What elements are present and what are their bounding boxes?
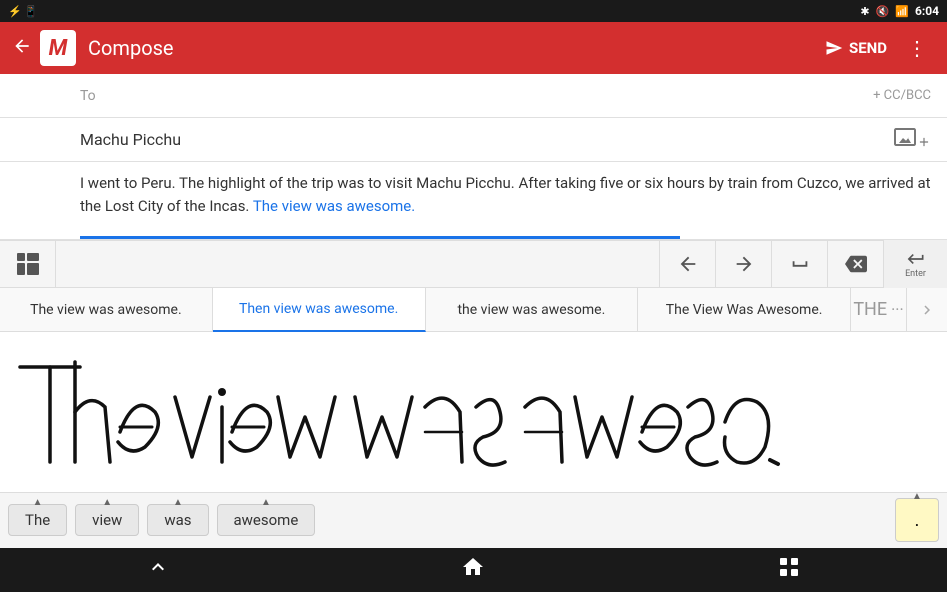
word-candidate-was[interactable]: ▲ was bbox=[147, 504, 208, 536]
hw-back-button[interactable] bbox=[659, 240, 715, 288]
screen: ⚡ 📱 ✱ 🔇 📶 6:04 M Compose SEND ⋮ To + CC/… bbox=[0, 0, 947, 592]
highlighted-text: The view was awesome. bbox=[253, 197, 415, 215]
suggestion-3[interactable]: The View Was Awesome. bbox=[638, 288, 851, 332]
word-candidate-awesome[interactable]: ▲ awesome bbox=[217, 504, 316, 536]
word-candidate-the[interactable]: ▲ The bbox=[8, 504, 67, 536]
app-bar: M Compose SEND ⋮ bbox=[0, 22, 947, 74]
hw-space-button[interactable] bbox=[771, 240, 827, 288]
word-arrow-was: ▲ bbox=[173, 497, 183, 508]
compose-area: To + CC/BCC Machu Picchu I went to Peru.… bbox=[0, 74, 947, 240]
to-row: To + CC/BCC bbox=[0, 74, 947, 118]
nav-home-button[interactable] bbox=[461, 555, 485, 585]
wifi-icon: 📶 bbox=[895, 5, 909, 18]
android-icons: ⚡ 📱 bbox=[8, 5, 38, 18]
hw-enter-button[interactable]: Enter bbox=[883, 240, 947, 288]
nav-bar bbox=[0, 548, 947, 592]
hw-toolbar: Enter bbox=[0, 240, 947, 288]
word-candidate-view[interactable]: ▲ view bbox=[75, 504, 139, 536]
status-bar: ⚡ 📱 ✱ 🔇 📶 6:04 bbox=[0, 0, 947, 22]
selection-underline bbox=[80, 236, 680, 239]
suggestion-1[interactable]: Then view was awesome. bbox=[213, 288, 426, 332]
status-bar-right: ✱ 🔇 📶 6:04 bbox=[860, 4, 939, 18]
hw-svg bbox=[0, 332, 800, 492]
period-arrow: ▲ bbox=[912, 491, 922, 502]
hw-canvas[interactable] bbox=[0, 332, 800, 492]
status-time: 6:04 bbox=[915, 4, 939, 18]
suggestions-row: The view was awesome. Then view was awes… bbox=[0, 288, 947, 332]
period-button[interactable]: ▲ . bbox=[895, 498, 939, 542]
status-bar-left: ⚡ 📱 bbox=[8, 5, 38, 18]
cc-bcc-button[interactable]: + CC/BCC bbox=[873, 88, 931, 103]
gmail-letter: M bbox=[49, 36, 68, 61]
suggestion-more-button[interactable]: THE ··· bbox=[851, 288, 907, 332]
more-options-button[interactable]: ⋮ bbox=[899, 28, 935, 68]
word-arrow-awesome: ▲ bbox=[261, 497, 271, 508]
attach-image-button[interactable] bbox=[893, 125, 931, 154]
bluetooth-icon: ✱ bbox=[860, 5, 869, 18]
word-arrow-view: ▲ bbox=[102, 497, 112, 508]
subject-row: Machu Picchu bbox=[0, 118, 947, 162]
suggestion-0[interactable]: The view was awesome. bbox=[0, 288, 213, 332]
period-label: . bbox=[915, 510, 920, 531]
send-button[interactable]: SEND bbox=[813, 33, 899, 63]
to-label: To bbox=[80, 88, 873, 104]
hw-grid-button[interactable] bbox=[0, 240, 56, 288]
send-label: SEND bbox=[849, 39, 887, 57]
nav-recent-button[interactable] bbox=[777, 555, 801, 585]
word-arrow-the: ▲ bbox=[33, 497, 43, 508]
hw-forward-button[interactable] bbox=[715, 240, 771, 288]
word-candidates-row: ▲ The ▲ view ▲ was ▲ awesome ▲ . bbox=[0, 492, 947, 548]
enter-label: Enter bbox=[905, 269, 926, 279]
ellipsis-icon: ··· bbox=[891, 300, 904, 319]
suggestions-chevron-button[interactable] bbox=[907, 288, 947, 332]
body-main-text: I went to Peru. The highlight of the tri… bbox=[80, 174, 931, 215]
gmail-logo: M bbox=[40, 30, 76, 66]
app-title: Compose bbox=[88, 36, 813, 60]
hw-content-area[interactable]: › bbox=[0, 332, 947, 492]
hw-delete-button[interactable] bbox=[827, 240, 883, 288]
nav-back-button[interactable] bbox=[146, 555, 170, 585]
subject-field[interactable]: Machu Picchu bbox=[80, 130, 893, 149]
more-icon: ⋮ bbox=[907, 36, 927, 60]
suggestion-2[interactable]: the view was awesome. bbox=[426, 288, 639, 332]
back-button[interactable] bbox=[12, 36, 32, 61]
body-text: I went to Peru. The highlight of the tri… bbox=[80, 174, 931, 215]
body-area[interactable]: I went to Peru. The highlight of the tri… bbox=[0, 162, 947, 232]
mute-icon: 🔇 bbox=[876, 5, 890, 18]
